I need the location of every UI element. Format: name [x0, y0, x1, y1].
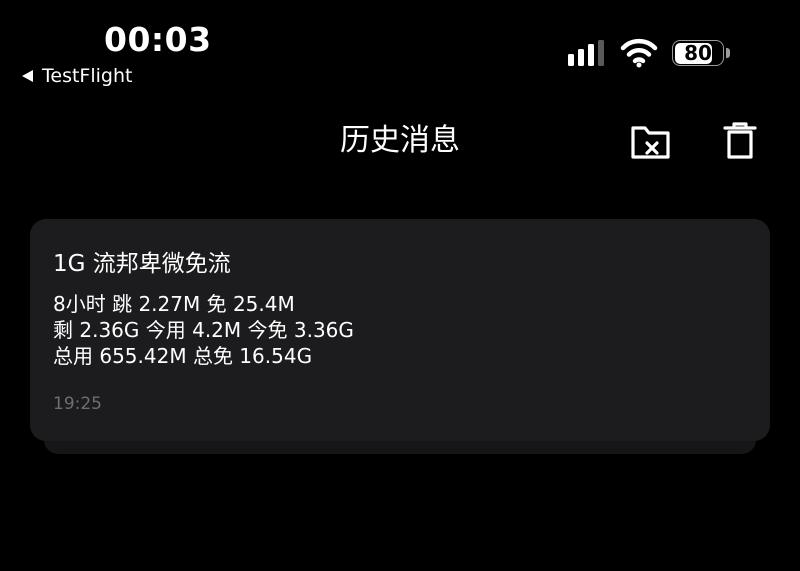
- page-title: 历史消息: [340, 123, 460, 158]
- trash-icon[interactable]: [722, 120, 758, 160]
- back-triangle-icon: [22, 70, 33, 82]
- message-title: 1G 流邦卑微免流: [53, 251, 231, 277]
- cellular-signal-icon: [568, 40, 604, 66]
- folder-x-icon[interactable]: [630, 122, 672, 162]
- back-to-app-link[interactable]: TestFlight: [22, 64, 132, 88]
- message-line: 剩 2.36G 今用 4.2M 今免 3.36G: [53, 318, 354, 342]
- message-line: 8小时 跳 2.27M 免 25.4M: [53, 292, 295, 316]
- back-app-label: TestFlight: [42, 65, 133, 87]
- wifi-icon: [620, 38, 658, 68]
- message-card[interactable]: 1G 流邦卑微免流 8小时 跳 2.27M 免 25.4M 剩 2.36G 今用…: [30, 219, 770, 441]
- status-time: 00:03: [104, 20, 212, 59]
- battery-percent-label: 80: [684, 41, 712, 65]
- battery-indicator: 80: [672, 40, 732, 68]
- message-time: 19:25: [53, 394, 102, 414]
- message-line: 总用 655.42M 总免 16.54G: [53, 344, 313, 368]
- battery-cap: [726, 48, 730, 58]
